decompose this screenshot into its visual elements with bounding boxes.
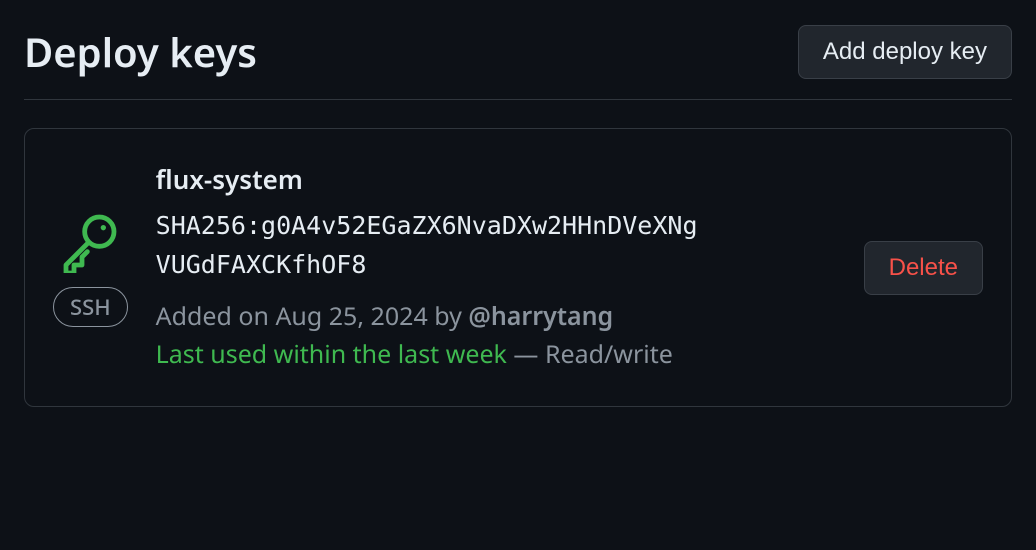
key-icon [58,209,122,273]
page-title: Deploy keys [24,24,257,79]
deploy-key-card: SSH flux-system SHA256:g0A4v52EGaZX6NvaD… [24,128,1012,407]
added-by-text: by [428,299,469,333]
page-header: Deploy keys Add deploy key [24,24,1012,100]
access-level: Read/write [545,337,673,371]
last-used-text: Last used within the last week [156,337,507,371]
add-deploy-key-button[interactable]: Add deploy key [798,25,1012,79]
key-name: flux-system [156,161,836,197]
key-icon-column: SSH [53,209,128,327]
key-fingerprint: SHA256:g0A4v52EGaZX6NvaDXw2HHnDVeXNg VUG… [156,207,716,285]
key-added-info: Added on Aug 25, 2024 by @harrytang [156,297,836,336]
delete-button[interactable]: Delete [864,241,983,295]
separator: — [507,337,545,371]
ssh-badge: SSH [53,287,128,327]
key-usage-info: Last used within the last week — Read/wr… [156,335,836,374]
username-link[interactable]: @harrytang [468,299,613,333]
added-date: Aug 25, 2024 [275,299,427,333]
added-prefix: Added on [156,299,276,333]
key-details: flux-system SHA256:g0A4v52EGaZX6NvaDXw2H… [156,161,836,374]
